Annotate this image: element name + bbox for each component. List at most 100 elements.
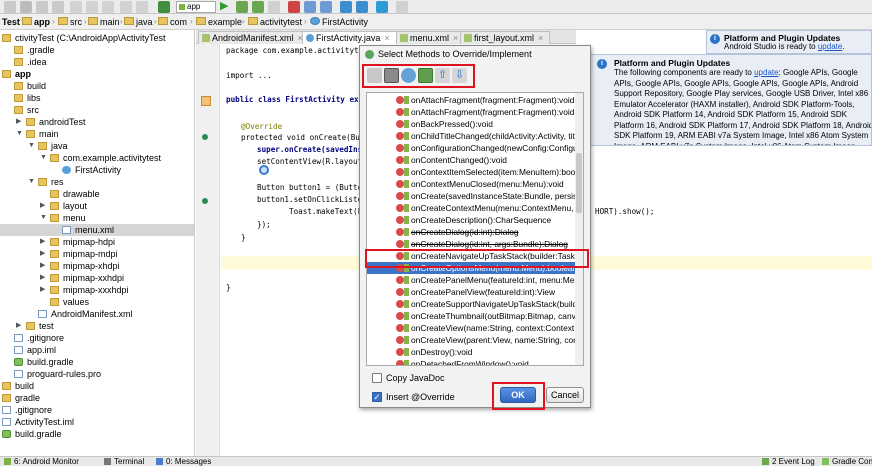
tree-item[interactable]: ▶ mipmap-xxxhdpi [0,284,194,296]
method-item[interactable]: onCreatePanelView(featureId:int):View [367,286,583,298]
cut-icon[interactable] [70,1,82,13]
tab-first-layout[interactable]: first_layout.xml × [460,31,551,44]
method-item[interactable]: onCreateDialog(id:int, args:Bundle):Dial… [367,238,583,250]
method-item[interactable]: onBackPressed():void [367,118,583,130]
tree-item[interactable]: ▼ java [0,140,194,152]
build-hammer-icon[interactable] [158,1,170,13]
method-item[interactable]: onCreateSupportNavigateUpTaskStack(build… [367,298,583,310]
tree-item[interactable]: values [0,296,194,308]
tree-item[interactable]: .idea [0,56,194,68]
save-icon[interactable] [4,1,16,13]
tree-item[interactable]: ▶ mipmap-hdpi [0,236,194,248]
show-implemented-icon[interactable] [418,68,433,83]
checkbox-checked[interactable]: ✓ [372,392,382,402]
tree-item[interactable]: ▶ mipmap-mdpi [0,248,194,260]
tree-item[interactable]: .gradle [0,44,194,56]
debug-icon[interactable] [236,1,248,13]
show-classes-icon[interactable] [401,68,416,83]
override-marker-icon[interactable] [202,134,208,140]
tree-item[interactable]: ▶ androidTest [0,116,194,128]
method-item[interactable]: onCreateDialog(id:int):Dialog [367,226,583,238]
update-notification-small[interactable]: i Platform and Plugin Updates Android St… [706,30,872,54]
close-icon[interactable]: × [538,33,543,43]
tree-item[interactable]: build [0,380,194,392]
collapsed-arrow-icon[interactable]: ▶ [40,284,45,296]
event-log-tab[interactable]: 2 Event Log [762,457,815,466]
replace-icon[interactable] [136,1,148,13]
tree-item[interactable]: ▶ mipmap-xxhdpi [0,272,194,284]
stop-icon[interactable] [288,1,300,13]
tree-item[interactable]: build [0,80,194,92]
method-item[interactable]: onCreateView(parent:View, name:String, c… [367,334,583,346]
collapse-all-icon[interactable]: ⇩ [452,68,467,83]
tree-item[interactable]: .gitignore [0,332,194,344]
collapsed-arrow-icon[interactable]: ▶ [40,248,45,260]
method-item[interactable]: onChildTitleChanged(childActivity:Activi… [367,130,583,142]
undo-icon[interactable] [36,1,48,13]
breadcrumb-item[interactable]: example [196,16,242,28]
expanded-arrow-icon[interactable]: ▼ [28,140,35,152]
method-item[interactable]: onConfigurationChanged(newConfig:Configu… [367,142,583,154]
redo-icon[interactable] [52,1,64,13]
checkbox-unchecked[interactable] [372,373,382,383]
expanded-arrow-icon[interactable]: ▼ [40,212,47,224]
method-item[interactable]: onCreateNavigateUpTaskStack(builder:Task… [367,250,583,262]
method-item[interactable]: onContentChanged():void [367,154,583,166]
project-tree[interactable]: ctivityTest (C:\AndroidApp\ActivityTest.… [0,30,195,456]
method-item[interactable]: onCreateView(name:String, context:Contex… [367,322,583,334]
messages-tab[interactable]: 0: Messages [156,457,211,466]
sdk-manager-icon[interactable] [320,1,332,13]
tree-item[interactable]: ▶ test [0,320,194,332]
method-item[interactable]: onCreateContextMenu(menu:ContextMenu, v: [367,202,583,214]
tree-item[interactable]: ▼ com.example.activitytest [0,152,194,164]
sort-by-class-icon[interactable] [384,68,399,83]
paste-icon[interactable] [102,1,114,13]
breadcrumb-item[interactable]: activitytest [248,16,302,28]
tree-item[interactable]: AndroidManifest.xml [0,308,194,320]
tree-item[interactable]: ▼ menu [0,212,194,224]
insert-override-checkbox[interactable]: ✓ Insert @Override [372,391,455,403]
profile-icon[interactable] [268,1,280,13]
tree-item[interactable]: build.gradle [0,428,194,440]
gradle-console-tab[interactable]: Gradle Cons [822,457,872,466]
update-link[interactable]: update [818,42,842,51]
method-item[interactable]: onCreateThumbnail(outBitmap:Bitmap, canv… [367,310,583,322]
override-marker-icon[interactable] [202,198,208,204]
tree-item[interactable]: build.gradle [0,356,194,368]
tree-item[interactable]: drawable [0,188,194,200]
tree-item[interactable]: ▼ res [0,176,194,188]
method-item[interactable]: onContextMenuClosed(menu:Menu):void [367,178,583,190]
attach-debugger-icon[interactable] [252,1,264,13]
tree-item[interactable]: src [0,104,194,116]
update-notification[interactable]: i Platform and Plugin Updates The follow… [589,54,872,146]
collapsed-arrow-icon[interactable]: ▶ [40,236,45,248]
breadcrumb-item[interactable]: com [158,16,187,28]
tree-item[interactable]: gradle [0,392,194,404]
breadcrumb-item[interactable]: FirstActivity [310,16,368,28]
collapsed-arrow-icon[interactable]: ▶ [40,260,45,272]
method-item[interactable]: onAttachFragment(fragment:Fragment):void [367,106,583,118]
expanded-arrow-icon[interactable]: ▼ [40,152,47,164]
collapsed-arrow-icon[interactable]: ▶ [40,272,45,284]
tree-item[interactable]: FirstActivity [0,164,194,176]
sync-gradle-icon[interactable] [340,1,352,13]
structure-icon[interactable] [356,1,368,13]
run-icon[interactable]: ▶ [220,1,232,13]
breadcrumb-item[interactable]: app [22,16,50,28]
ok-button[interactable]: OK [500,387,536,403]
update-link[interactable]: update [754,68,778,77]
tree-item[interactable]: proguard-rules.pro [0,368,194,380]
android-monitor-tab[interactable]: 6: Android Monitor [4,457,79,466]
cancel-button[interactable]: Cancel [546,387,584,403]
tree-item[interactable]: .gitignore [0,404,194,416]
method-item[interactable]: onCreateDescription():CharSequence [367,214,583,226]
close-icon[interactable]: × [384,33,389,43]
close-icon[interactable]: × [453,33,458,43]
terminal-tab[interactable]: Terminal [104,457,144,466]
sync-icon[interactable] [20,1,32,13]
collapsed-arrow-icon[interactable]: ▶ [40,200,45,212]
tree-item[interactable]: ctivityTest (C:\AndroidApp\ActivityTest [0,32,194,44]
collapsed-arrow-icon[interactable]: ▶ [16,116,21,128]
expanded-arrow-icon[interactable]: ▼ [28,176,35,188]
help-icon[interactable] [396,1,408,13]
